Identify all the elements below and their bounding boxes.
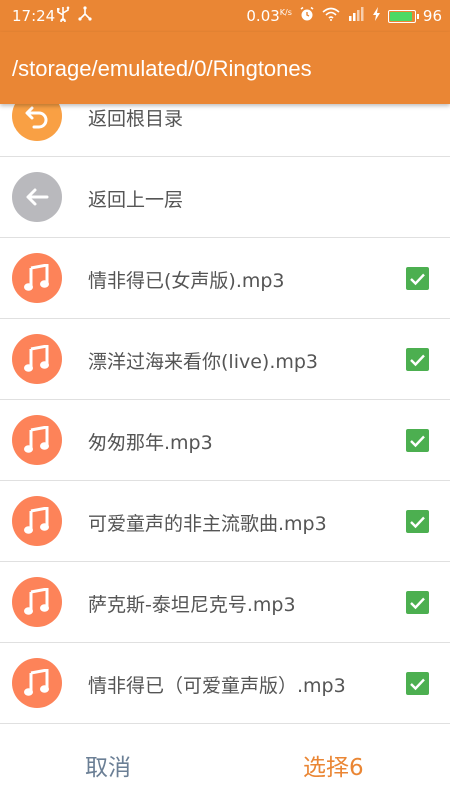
network-speed-unit: K/s [279,8,292,17]
checkbox-checked[interactable] [406,267,429,290]
select-button[interactable]: 选择6 [303,748,364,782]
list-item-label: 返回上一层 [88,189,184,211]
music-note-icon [12,415,62,465]
checkbox-checked[interactable] [406,510,429,533]
usb-icon [56,6,70,26]
battery-level: 96 [422,7,442,25]
status-time: 17:24 [12,7,56,25]
battery-icon [387,9,419,23]
file-row[interactable]: 萨克斯-泰坦尼克号.mp3 [0,562,450,643]
wifi-icon [322,7,340,25]
checkbox-checked[interactable] [406,591,429,614]
alarm-icon [299,6,315,26]
music-note-icon [12,253,62,303]
signal-icon [347,7,365,25]
title-bar: /storage/emulated/0/Ringtones [0,32,450,104]
current-path: /storage/emulated/0/Ringtones [12,56,312,81]
charging-icon [372,7,381,25]
file-row[interactable]: 匆匆那年.mp3 [0,400,450,481]
file-name: 情非得已(女声版).mp3 [88,270,285,292]
file-row[interactable]: 情非得已（可爱童声版）.mp3 [0,643,450,724]
checkbox-checked[interactable] [406,672,429,695]
file-name: 情非得已（可爱童声版）.mp3 [88,675,346,697]
music-note-icon [12,577,62,627]
file-name: 可爱童声的非主流歌曲.mp3 [88,513,327,535]
checkbox-checked[interactable] [406,429,429,452]
file-row[interactable]: 可爱童声的非主流歌曲.mp3 [0,481,450,562]
checkbox-checked[interactable] [406,348,429,371]
list-item-up[interactable]: 返回上一层 [0,157,450,238]
status-right-group: 0.03K/s 96 [246,6,442,26]
status-notification-icons [56,6,93,26]
share-icon [77,6,93,26]
file-name: 萨克斯-泰坦尼克号.mp3 [88,594,296,616]
file-row[interactable]: 漂洋过海来看你(live).mp3 [0,319,450,400]
file-name: 匆匆那年.mp3 [88,432,213,454]
network-speed: 0.03K/s [246,7,292,25]
file-name: 漂洋过海来看你(live).mp3 [88,351,319,373]
bottom-action-bar: 取消 选择6 [0,726,450,800]
music-note-icon [12,496,62,546]
music-note-icon [12,334,62,384]
file-row[interactable]: 情非得已(女声版).mp3 [0,238,450,319]
cancel-button[interactable]: 取消 [85,748,131,782]
back-arrow-icon [12,172,62,222]
file-list[interactable]: 返回根目录 返回上一层 情非得已(女声版).mp3 漂洋过海来看你(live).… [0,76,450,726]
music-note-icon [12,658,62,708]
status-bar: 17:24 0.03K/s 96 [0,0,450,32]
list-item-label: 返回根目录 [88,108,184,130]
